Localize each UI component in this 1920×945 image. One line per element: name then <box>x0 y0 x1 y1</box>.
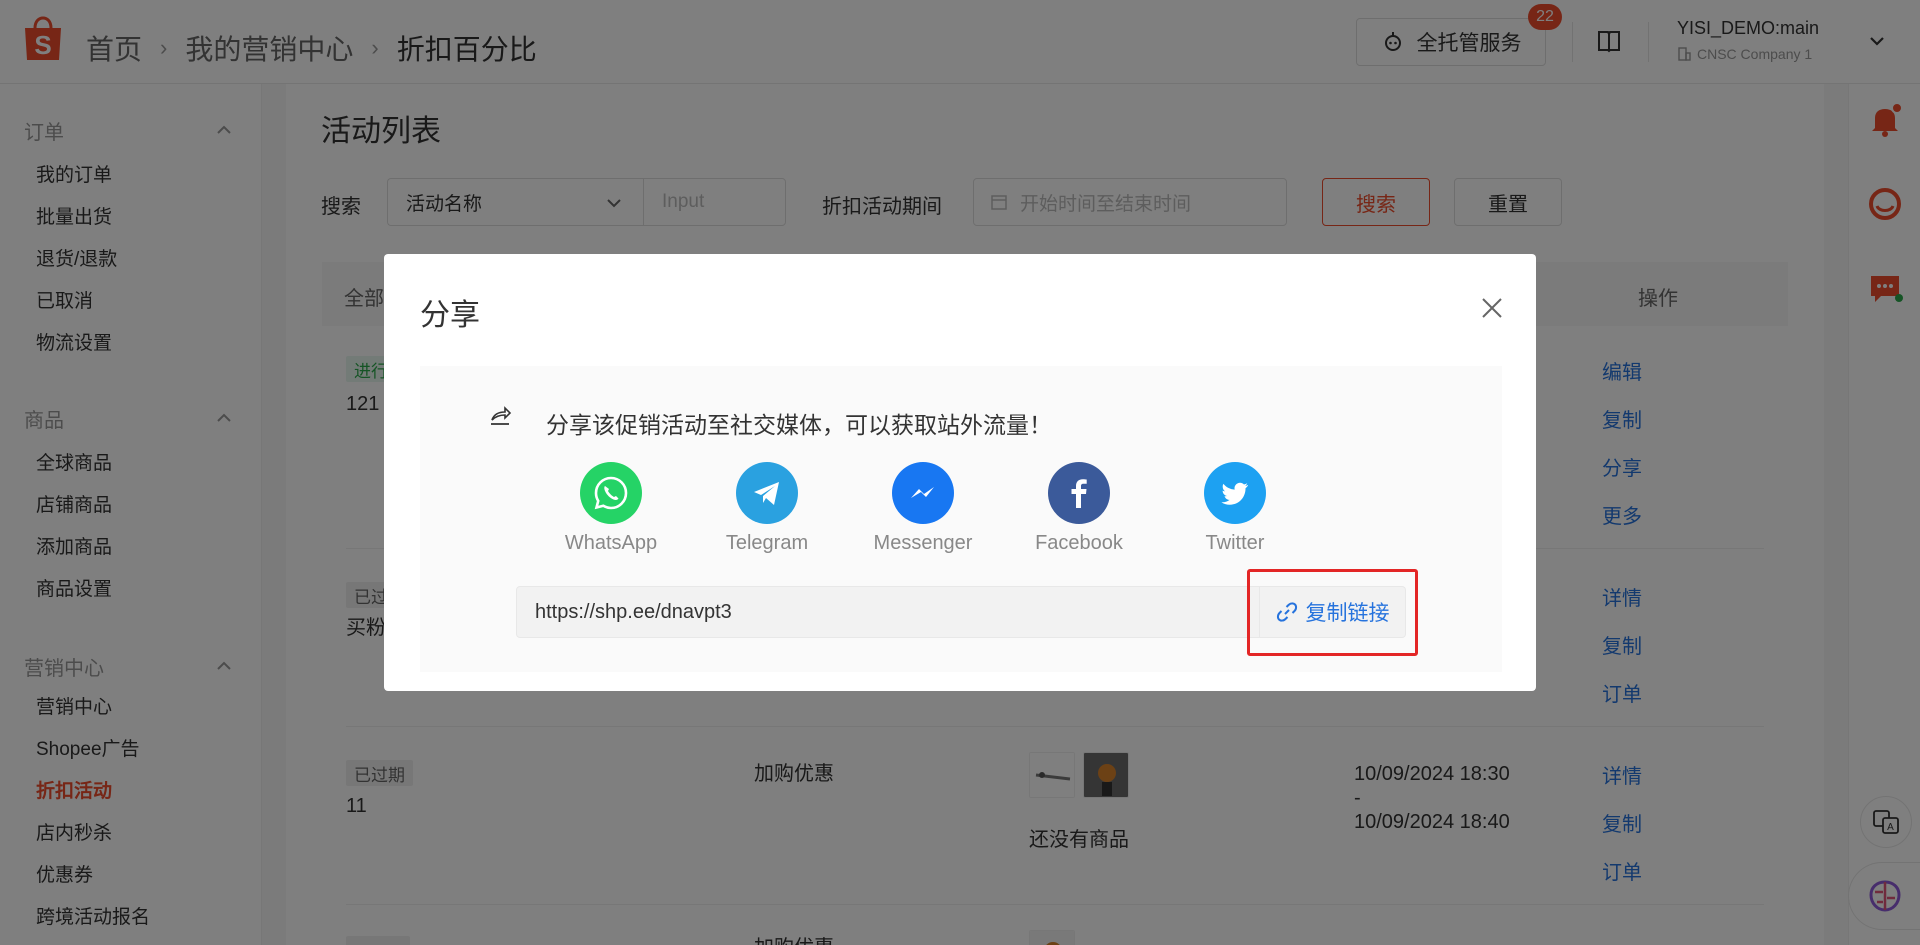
highlight-box <box>1247 569 1418 656</box>
close-icon[interactable] <box>1478 294 1506 322</box>
whatsapp-icon <box>580 462 642 524</box>
facebook-icon <box>1048 462 1110 524</box>
share-messenger[interactable]: Messenger <box>858 462 988 555</box>
messenger-label: Messenger <box>873 532 973 554</box>
facebook-label: Facebook <box>1035 532 1123 554</box>
share-icon <box>488 404 512 428</box>
whatsapp-label: WhatsApp <box>564 532 658 554</box>
twitter-icon <box>1204 462 1266 524</box>
telegram-label: Telegram <box>725 532 809 554</box>
share-whatsapp[interactable]: WhatsApp <box>546 462 676 555</box>
dialog-title: 分享 <box>420 299 480 332</box>
share-telegram[interactable]: Telegram <box>702 462 832 555</box>
twitter-label: Twitter <box>1205 532 1265 554</box>
share-message: 分享该促销活动至社交媒体，可以获取站外流量！ <box>546 412 1052 438</box>
share-link-field[interactable]: https://shp.ee/dnavpt3 <box>516 586 1260 638</box>
telegram-icon <box>736 462 798 524</box>
share-facebook[interactable]: Facebook <box>1014 462 1144 555</box>
messenger-icon <box>892 462 954 524</box>
share-twitter[interactable]: Twitter <box>1170 462 1300 555</box>
